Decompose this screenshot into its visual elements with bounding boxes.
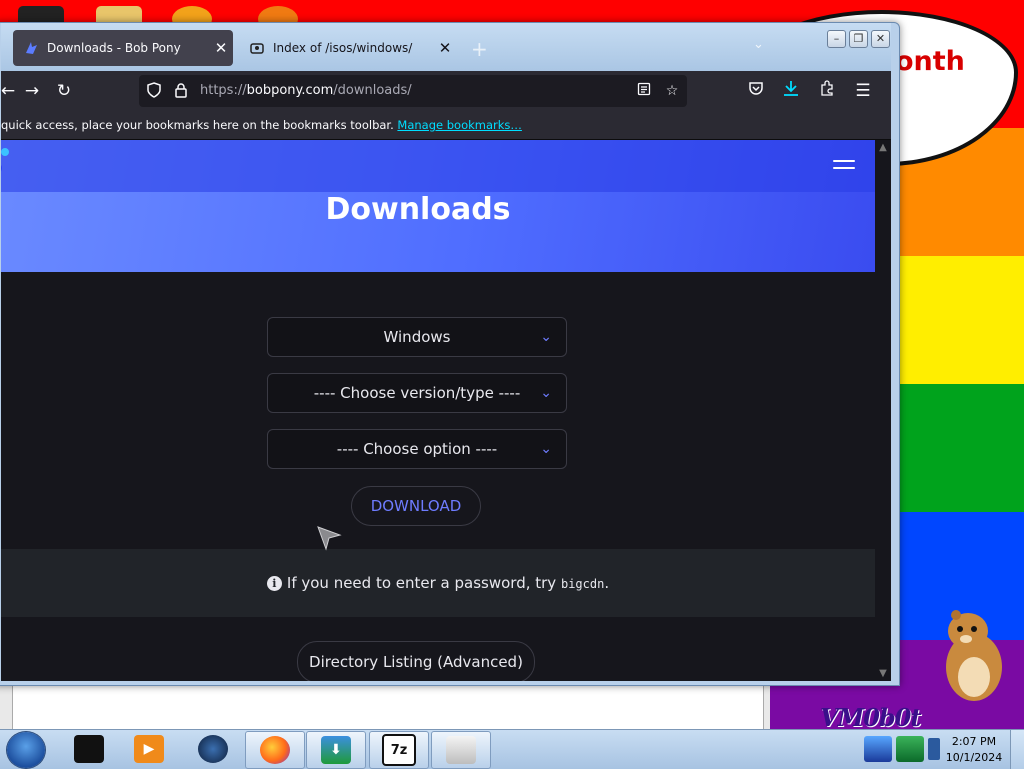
system-tray <box>842 730 942 769</box>
download-manager-icon: ⬇ <box>321 736 351 764</box>
page-title: Downloads <box>325 192 511 227</box>
7zip-icon: 7z <box>382 734 416 766</box>
bobpony-favicon-icon <box>23 40 39 56</box>
list-all-tabs-button[interactable]: ⌄ <box>753 37 764 52</box>
reload-icon[interactable]: ↻ <box>53 80 75 102</box>
hamster-image <box>946 610 1002 701</box>
hero-banner: Downloads <box>1 140 875 272</box>
version-select-value: ---- Choose version/type ---- <box>313 384 521 402</box>
clock[interactable]: 2:07 PM 10/1/2024 <box>942 734 1006 766</box>
pocket-icon[interactable] <box>745 80 767 102</box>
network-icon[interactable] <box>864 736 892 762</box>
recycle-bin-icon <box>446 736 476 764</box>
taskbar-terminal[interactable] <box>60 731 118 767</box>
download-button[interactable]: DOWNLOAD <box>351 486 481 526</box>
reader-view-icon[interactable] <box>635 82 653 100</box>
downloads-icon[interactable] <box>780 80 802 102</box>
new-tab-button[interactable]: + <box>471 37 488 61</box>
globe-icon <box>198 735 228 763</box>
taskbar-download-manager[interactable]: ⬇ <box>306 731 366 769</box>
volume-icon[interactable] <box>928 738 940 760</box>
info-icon: i <box>266 576 282 591</box>
speech-bubble-text: onth <box>895 46 965 77</box>
clock-time: 2:07 PM <box>951 735 997 748</box>
tab-strip: Downloads - Bob Pony ✕ Index of /isos/wi… <box>1 23 891 71</box>
tab-index-isos[interactable]: Index of /isos/windows/ ✕ <box>239 30 457 66</box>
password-notice: i If you need to enter a password, try bi… <box>1 549 875 617</box>
tab-label: Index of /isos/windows/ <box>273 41 413 55</box>
close-window-button[interactable]: ✕ <box>871 30 890 48</box>
back-icon[interactable]: ← <box>0 80 19 102</box>
tab-label: Downloads - Bob Pony <box>47 41 181 55</box>
url-text[interactable]: https://bobpony.com/downloads/ <box>200 83 412 98</box>
taskbar-recycle-bin[interactable] <box>431 731 491 769</box>
site-logo-icon[interactable] <box>1 140 13 192</box>
version-select[interactable]: ---- Choose version/type ---- ⌄ <box>267 373 567 413</box>
page-scrollbar[interactable]: ▲ ▼ <box>875 140 891 681</box>
shield-icon[interactable] <box>145 82 163 100</box>
password-code: bigcdn <box>560 577 605 591</box>
media-player-icon: ▶ <box>134 735 164 763</box>
terminal-icon <box>74 735 104 763</box>
minimize-button[interactable]: – <box>827 30 846 48</box>
clock-date: 10/1/2024 <box>945 751 1003 764</box>
desktop-logo: VM0b0t <box>820 703 921 732</box>
chevron-down-icon: ⌄ <box>540 441 552 457</box>
taskbar-7zip[interactable]: 7z <box>369 731 429 769</box>
page-content: Downloads Windows ⌄ ---- Choose version/… <box>1 140 875 681</box>
manage-bookmarks-link[interactable]: Manage bookmarks… <box>397 118 522 132</box>
navigation-toolbar: ← → ↻ https://bobpony.com/downloads/ ☆ ☰ <box>1 71 891 111</box>
lock-icon[interactable] <box>172 82 190 100</box>
bookmarks-toolbar-message: quick access, place your bookmarks here … <box>1 118 394 132</box>
notice-text: If you need to enter a password, try <box>286 574 561 592</box>
menu-icon[interactable]: ☰ <box>852 80 874 102</box>
taskbar-globe[interactable] <box>184 731 242 767</box>
show-hidden-icons-icon[interactable] <box>848 742 858 756</box>
chevron-down-icon: ⌄ <box>540 329 552 345</box>
tray-app-icon[interactable] <box>896 736 924 762</box>
option-select[interactable]: ---- Choose option ---- ⌄ <box>267 429 567 469</box>
url-bar[interactable]: https://bobpony.com/downloads/ ☆ <box>139 75 687 107</box>
site-menu-icon[interactable] <box>833 160 855 174</box>
tab-downloads[interactable]: Downloads - Bob Pony ✕ <box>13 30 233 66</box>
option-select-value: ---- Choose option ---- <box>336 440 498 458</box>
show-desktop-button[interactable] <box>1010 730 1024 769</box>
chevron-down-icon: ⌄ <box>540 385 552 401</box>
site-header <box>1 140 875 192</box>
taskbar: ▶ ⬇ 7z 2:07 PM 10/1/2024 <box>0 729 1024 769</box>
tab-close-icon[interactable]: ✕ <box>209 39 233 57</box>
os-select[interactable]: Windows ⌄ <box>267 317 567 357</box>
forward-icon[interactable]: → <box>21 80 43 102</box>
firefox-icon <box>260 736 290 764</box>
scroll-up-icon[interactable]: ▲ <box>875 142 891 153</box>
restore-button[interactable]: ❐ <box>849 30 868 48</box>
taskbar-media-player[interactable]: ▶ <box>120 731 178 767</box>
page-icon <box>249 40 265 56</box>
mouse-cursor-icon <box>317 526 342 551</box>
browser-window: Downloads - Bob Pony ✕ Index of /isos/wi… <box>0 22 900 686</box>
bookmark-star-icon[interactable]: ☆ <box>663 82 681 100</box>
extensions-icon[interactable] <box>816 80 838 102</box>
scroll-down-icon[interactable]: ▼ <box>875 668 891 679</box>
background-window <box>0 684 770 731</box>
taskbar-firefox[interactable] <box>245 731 305 769</box>
os-select-value: Windows <box>383 328 451 346</box>
start-button[interactable] <box>7 732 45 768</box>
directory-listing-button[interactable]: Directory Listing (Advanced) <box>297 641 535 681</box>
tab-close-icon[interactable]: ✕ <box>433 39 457 57</box>
bookmarks-toolbar: quick access, place your bookmarks here … <box>1 111 891 140</box>
